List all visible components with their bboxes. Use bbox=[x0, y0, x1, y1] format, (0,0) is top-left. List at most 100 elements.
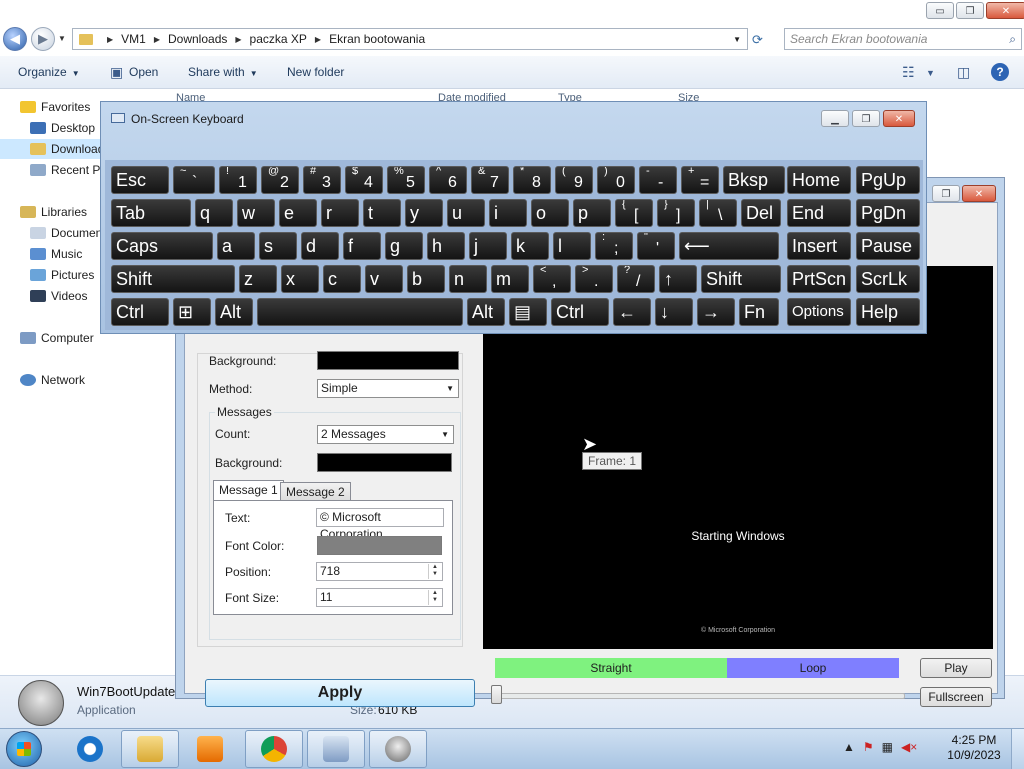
key-o[interactable]: o bbox=[531, 199, 569, 227]
key-options[interactable]: Options bbox=[787, 298, 851, 326]
sidebar-item-network[interactable]: Network bbox=[20, 370, 85, 390]
recent-pages-dropdown[interactable]: ▼ bbox=[58, 34, 66, 43]
forward-button[interactable]: ▶ bbox=[31, 27, 55, 51]
address-dropdown-icon[interactable]: ▼ bbox=[733, 35, 741, 44]
key-ctrl[interactable]: Ctrl bbox=[111, 298, 169, 326]
key-1-11[interactable]: {[ bbox=[615, 199, 653, 227]
key-n[interactable]: n bbox=[449, 265, 487, 293]
show-hidden-icons-icon[interactable]: ▲ bbox=[843, 740, 855, 754]
key-pgdn[interactable]: PgDn bbox=[856, 199, 920, 227]
action-center-icon[interactable]: ⚑ bbox=[863, 740, 874, 754]
minimize-button[interactable]: ▭ bbox=[926, 2, 954, 19]
key-0-6[interactable]: % 5 bbox=[387, 166, 425, 194]
key-sym-2-12[interactable]: ⟵ bbox=[679, 232, 779, 260]
tab-message-1[interactable]: Message 1 bbox=[213, 480, 284, 500]
key-1-13[interactable]: | \ bbox=[699, 199, 737, 227]
key-j[interactable]: j bbox=[469, 232, 507, 260]
volume-muted-icon[interactable]: ◀× bbox=[901, 740, 917, 754]
key-z[interactable]: z bbox=[239, 265, 277, 293]
key-0-12[interactable]: -- bbox=[639, 166, 677, 194]
background-color-swatch[interactable] bbox=[317, 351, 459, 370]
key-scrlk[interactable]: ScrLk bbox=[856, 265, 920, 293]
maximize-button[interactable]: ❐ bbox=[852, 110, 880, 127]
key-0-13[interactable]: + = bbox=[681, 166, 719, 194]
key-e[interactable]: e bbox=[279, 199, 317, 227]
method-select[interactable]: Simple ▼ bbox=[317, 379, 459, 398]
key-sym-4-5[interactable]: ▤ bbox=[509, 298, 547, 326]
play-button[interactable]: Play bbox=[920, 658, 992, 678]
key-x[interactable]: x bbox=[281, 265, 319, 293]
breadcrumb-paczka-xp[interactable]: paczka XP bbox=[250, 32, 307, 46]
key-2-10[interactable]: :; bbox=[595, 232, 633, 260]
key-w[interactable]: w bbox=[237, 199, 275, 227]
close-button[interactable]: ✕ bbox=[883, 110, 915, 127]
maximize-button[interactable]: ❐ bbox=[932, 185, 960, 202]
sidebar-item-videos[interactable]: Videos bbox=[30, 286, 87, 306]
key-v[interactable]: v bbox=[365, 265, 403, 293]
key-space[interactable] bbox=[257, 298, 463, 326]
key-sym-3-11[interactable]: ↑ bbox=[659, 265, 697, 293]
frame-slider-thumb[interactable] bbox=[491, 685, 502, 704]
help-icon[interactable]: ? bbox=[991, 63, 1009, 81]
key-s[interactable]: s bbox=[259, 232, 297, 260]
key-3-9[interactable]: >. bbox=[575, 265, 613, 293]
view-dropdown-icon[interactable]: ▼ bbox=[926, 68, 935, 78]
key-insert[interactable]: Insert bbox=[787, 232, 851, 260]
key-u[interactable]: u bbox=[447, 199, 485, 227]
position-stepper[interactable]: 718 ▲ ▼ bbox=[316, 562, 443, 581]
key-0-8[interactable]: & 7 bbox=[471, 166, 509, 194]
close-button[interactable]: ✕ bbox=[962, 185, 996, 202]
key-help[interactable]: Help bbox=[856, 298, 920, 326]
key-alt[interactable]: Alt bbox=[215, 298, 253, 326]
key-sym-4-9[interactable]: → bbox=[697, 298, 735, 326]
key-del[interactable]: Del bbox=[741, 199, 781, 227]
key-3-8[interactable]: <, bbox=[533, 265, 571, 293]
key-t[interactable]: t bbox=[363, 199, 401, 227]
key-0-7[interactable]: ^ 6 bbox=[429, 166, 467, 194]
key-1-12[interactable]: }] bbox=[657, 199, 695, 227]
key-sym-4-1[interactable]: ⊞ bbox=[173, 298, 211, 326]
show-desktop-button[interactable] bbox=[1011, 729, 1024, 769]
refresh-icon[interactable]: ⟳ bbox=[752, 32, 763, 48]
loop-segment[interactable]: Loop bbox=[727, 658, 899, 678]
message-text-input[interactable]: © Microsoft Corporation bbox=[316, 508, 444, 541]
key-esc[interactable]: Esc bbox=[111, 166, 169, 194]
view-options-icon[interactable]: ☷ bbox=[902, 64, 915, 81]
key-a[interactable]: a bbox=[217, 232, 255, 260]
key-h[interactable]: h bbox=[427, 232, 465, 260]
key-prtscn[interactable]: PrtScn bbox=[787, 265, 851, 293]
breadcrumb-vm1[interactable]: VM1 bbox=[121, 32, 146, 46]
new-folder-button[interactable]: New folder bbox=[287, 65, 344, 79]
key-0-4[interactable]: #3 bbox=[303, 166, 341, 194]
key-p[interactable]: p bbox=[573, 199, 611, 227]
key-k[interactable]: k bbox=[511, 232, 549, 260]
start-button[interactable] bbox=[6, 731, 42, 767]
clock[interactable]: 4:25 PM 10/9/2023 bbox=[946, 733, 1002, 763]
fullscreen-button[interactable]: Fullscreen bbox=[920, 687, 992, 707]
key-i[interactable]: i bbox=[489, 199, 527, 227]
key-d[interactable]: d bbox=[301, 232, 339, 260]
sidebar-item-computer[interactable]: Computer bbox=[20, 328, 94, 348]
taskbar-media-player[interactable] bbox=[184, 730, 236, 768]
organize-button[interactable]: Organize ▼ bbox=[18, 65, 80, 79]
key-shift[interactable]: Shift bbox=[111, 265, 235, 293]
font-size-stepper[interactable]: 11 ▲ ▼ bbox=[316, 588, 443, 607]
apply-button[interactable]: Apply bbox=[205, 679, 475, 707]
key-sym-4-8[interactable]: ↓ bbox=[655, 298, 693, 326]
key-alt[interactable]: Alt bbox=[467, 298, 505, 326]
key-0-9[interactable]: * 8 bbox=[513, 166, 551, 194]
key-tab[interactable]: Tab bbox=[111, 199, 191, 227]
share-with-button[interactable]: Share with ▼ bbox=[188, 65, 258, 79]
taskbar-win7bootupdater[interactable] bbox=[369, 730, 427, 768]
minimize-button[interactable]: ▁ bbox=[821, 110, 849, 127]
key-b[interactable]: b bbox=[407, 265, 445, 293]
key-0-11[interactable]: ) 0 bbox=[597, 166, 635, 194]
key-r[interactable]: r bbox=[321, 199, 359, 227]
font-color-swatch[interactable] bbox=[317, 536, 442, 555]
key-y[interactable]: y bbox=[405, 199, 443, 227]
key-bksp[interactable]: Bksp bbox=[723, 166, 785, 194]
key-2-11[interactable]: " ' bbox=[637, 232, 675, 260]
key-home[interactable]: Home bbox=[787, 166, 851, 194]
key-m[interactable]: m bbox=[491, 265, 529, 293]
spinner-arrows-icon[interactable]: ▲ ▼ bbox=[428, 590, 441, 605]
